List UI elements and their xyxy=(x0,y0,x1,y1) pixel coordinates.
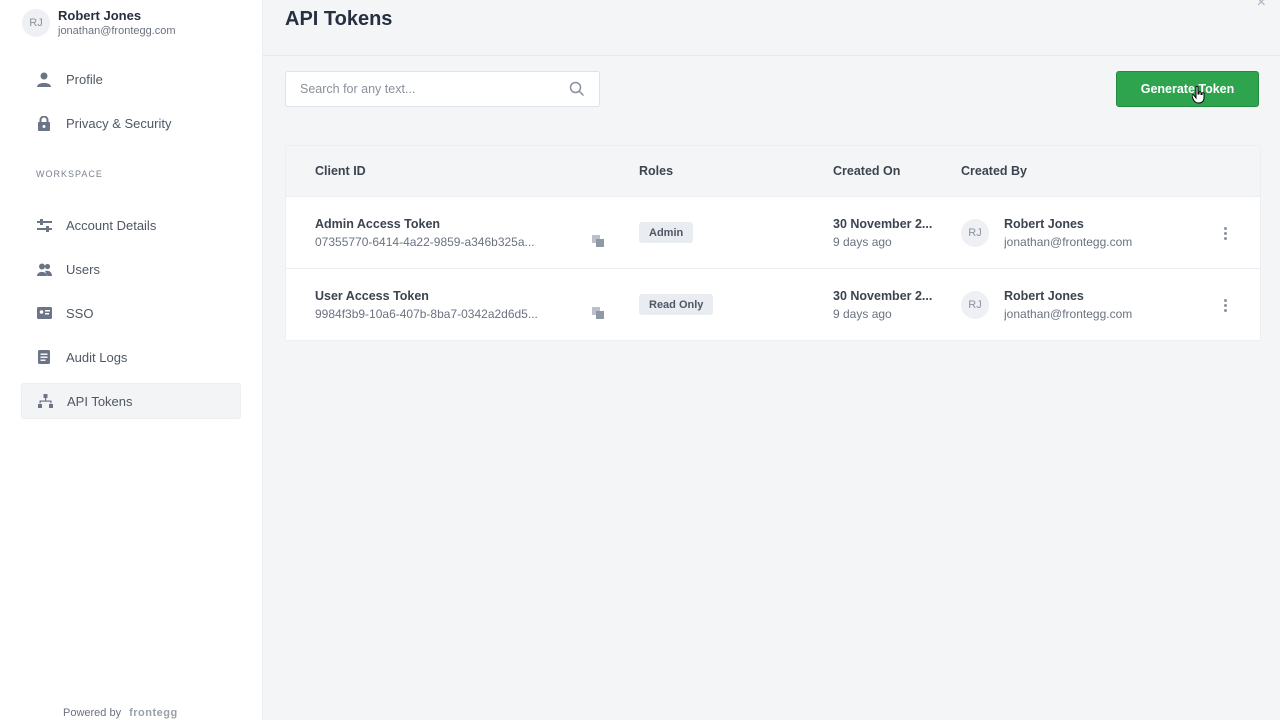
mouse-cursor-icon xyxy=(1191,85,1206,104)
divider xyxy=(263,55,1280,56)
search-box[interactable] xyxy=(285,71,600,107)
section-label-workspace: WORKSPACE xyxy=(36,169,103,179)
sidebar-item-label: Profile xyxy=(66,71,103,87)
search-icon[interactable] xyxy=(569,81,585,97)
sidebar-item-label: Users xyxy=(66,261,100,277)
sso-icon xyxy=(36,305,52,321)
lock-icon xyxy=(36,115,52,131)
client-id: 9984f3b9-10a6-407b-8ba7-0342a2d6d5... xyxy=(315,307,538,321)
token-name: User Access Token xyxy=(315,289,429,303)
sidebar-item-label: Audit Logs xyxy=(66,349,128,365)
document-icon xyxy=(36,349,52,365)
sidebar-item-audit-logs[interactable]: Audit Logs xyxy=(21,339,241,375)
table-row[interactable]: User Access Token 9984f3b9-10a6-407b-8ba… xyxy=(286,269,1260,341)
table-header: Client ID Roles Created On Created By xyxy=(286,146,1260,197)
role-badge: Read Only xyxy=(639,294,714,315)
copy-icon[interactable] xyxy=(592,234,604,247)
creator-email: jonathan@frontegg.com xyxy=(1004,235,1133,249)
created-on-date: 30 November 2... xyxy=(833,217,933,231)
sidebar: RJ Robert Jones jonathan@frontegg.com Pr… xyxy=(0,0,263,720)
sidebar-item-label: SSO xyxy=(66,305,94,321)
user-name: Robert Jones xyxy=(58,8,142,23)
page-title: API Tokens xyxy=(285,8,393,30)
sidebar-item-label: Account Details xyxy=(66,217,157,233)
person-icon xyxy=(36,71,52,87)
more-options-icon[interactable] xyxy=(1217,297,1233,313)
avatar: RJ xyxy=(22,9,50,37)
table-row[interactable]: Admin Access Token 07355770-6414-4a22-98… xyxy=(286,197,1260,269)
more-options-icon[interactable] xyxy=(1217,225,1233,241)
close-icon[interactable]: × xyxy=(1257,0,1266,12)
column-header-created-by[interactable]: Created By xyxy=(961,164,1027,178)
sidebar-item-profile[interactable]: Profile xyxy=(21,61,241,97)
token-name: Admin Access Token xyxy=(315,217,441,231)
users-icon xyxy=(36,261,52,277)
creator-name: Robert Jones xyxy=(1004,217,1084,231)
generate-token-button[interactable]: Generate Token xyxy=(1116,71,1259,107)
powered-by-label: Powered by xyxy=(63,707,122,719)
powered-by: Powered by frontegg xyxy=(63,707,178,719)
client-id: 07355770-6414-4a22-9859-a346b325a... xyxy=(315,235,535,249)
user-profile-header[interactable]: RJ Robert Jones jonathan@frontegg.com xyxy=(22,8,176,38)
creator-name: Robert Jones xyxy=(1004,289,1084,303)
user-email: jonathan@frontegg.com xyxy=(58,25,176,37)
created-on-date: 30 November 2... xyxy=(833,289,933,303)
sidebar-item-privacy-security[interactable]: Privacy & Security xyxy=(21,105,241,141)
role-badge: Admin xyxy=(639,222,694,243)
avatar: RJ xyxy=(961,291,989,319)
sliders-icon xyxy=(36,217,52,233)
api-tokens-table: Client ID Roles Created On Created By Ad… xyxy=(285,145,1261,341)
created-ago: 9 days ago xyxy=(833,235,892,249)
copy-icon[interactable] xyxy=(592,306,604,319)
main-content: API Tokens × Generate Token Client ID Ro… xyxy=(263,0,1280,720)
search-input[interactable] xyxy=(286,72,556,106)
sidebar-item-account-details[interactable]: Account Details xyxy=(21,207,241,243)
column-header-created-on[interactable]: Created On xyxy=(833,164,900,178)
hierarchy-icon xyxy=(37,393,53,409)
sidebar-item-api-tokens[interactable]: API Tokens xyxy=(21,383,241,419)
frontegg-logo: frontegg xyxy=(129,707,178,719)
avatar: RJ xyxy=(961,219,989,247)
creator-email: jonathan@frontegg.com xyxy=(1004,307,1133,321)
sidebar-item-label: Privacy & Security xyxy=(66,115,172,131)
sidebar-item-sso[interactable]: SSO xyxy=(21,295,241,331)
created-ago: 9 days ago xyxy=(833,307,892,321)
sidebar-item-users[interactable]: Users xyxy=(21,251,241,287)
sidebar-item-label: API Tokens xyxy=(67,393,133,409)
column-header-roles[interactable]: Roles xyxy=(639,164,673,178)
column-header-client-id[interactable]: Client ID xyxy=(315,164,366,178)
